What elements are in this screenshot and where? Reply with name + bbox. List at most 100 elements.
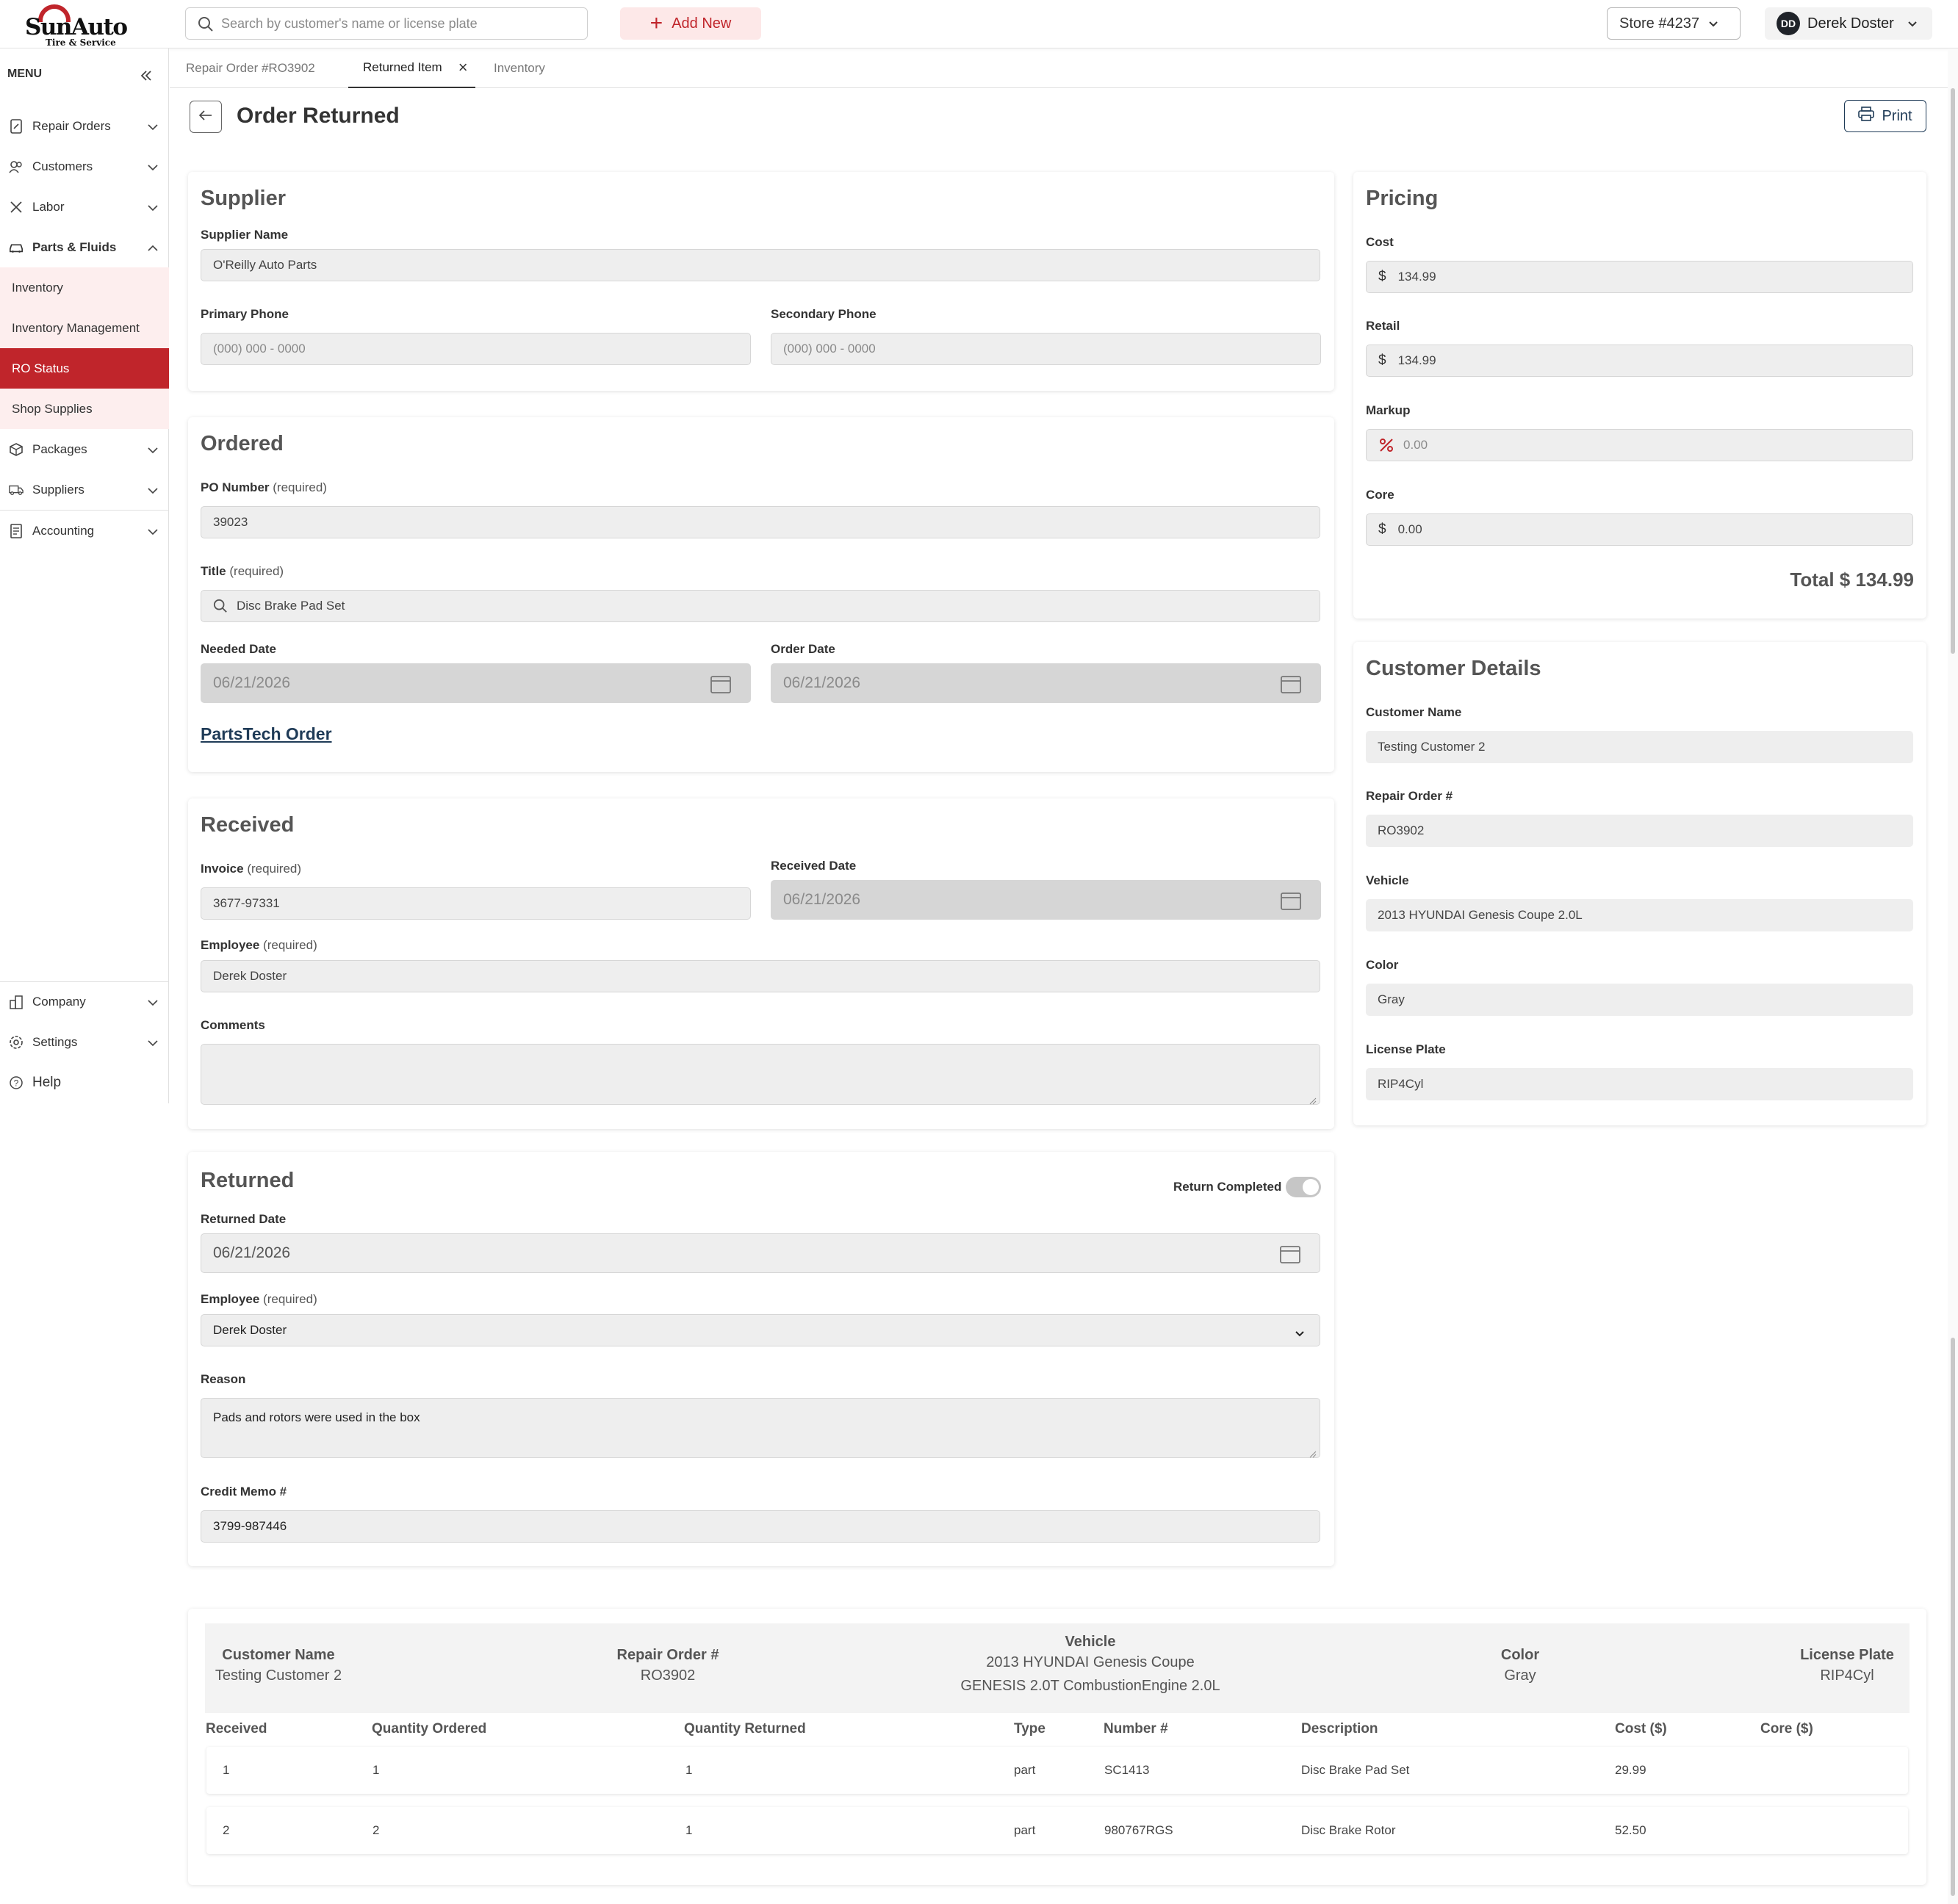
calendar-icon[interactable] bbox=[1280, 1244, 1300, 1268]
sidebar-item-ro-status[interactable]: RO Status bbox=[0, 348, 169, 389]
title-search-field[interactable]: Disc Brake Pad Set bbox=[201, 590, 1320, 622]
received-employee-field[interactable]: Derek Doster bbox=[201, 960, 1320, 992]
close-icon[interactable]: × bbox=[458, 58, 468, 77]
sunauto-logo[interactable]: SunAuto Tire & Service bbox=[22, 4, 128, 48]
vehicle-field: 2013 HYUNDAI Genesis Coupe 2.0L bbox=[1366, 899, 1913, 931]
store-selector[interactable]: Store #4237 bbox=[1607, 7, 1741, 40]
sidebar-item-suppliers[interactable]: Suppliers bbox=[0, 469, 169, 510]
dollar-icon: $ bbox=[1378, 522, 1386, 537]
core-field[interactable]: $0.00 bbox=[1366, 513, 1913, 546]
cost-field[interactable]: $134.99 bbox=[1366, 261, 1913, 293]
calendar-icon[interactable] bbox=[1281, 891, 1301, 915]
retail-field[interactable]: $134.99 bbox=[1366, 345, 1913, 377]
sidebar-item-inventory[interactable]: Inventory bbox=[0, 267, 169, 308]
resize-handle-icon[interactable] bbox=[1309, 1094, 1317, 1105]
table-row[interactable]: 1 1 1 part SC1413 Disc Brake Pad Set 29.… bbox=[206, 1747, 1908, 1794]
scrollbar-thumb[interactable] bbox=[1951, 88, 1955, 654]
cell-quantity-returned: 1 bbox=[685, 1823, 693, 1837]
dollar-icon: $ bbox=[1378, 353, 1386, 368]
po-number-field[interactable]: 39023 bbox=[201, 506, 1320, 538]
sidebar-item-labor[interactable]: Labor bbox=[0, 187, 169, 227]
sidebar-item-shop-supplies[interactable]: Shop Supplies bbox=[0, 389, 169, 429]
sidebar-item-help[interactable]: ? Help bbox=[0, 1062, 169, 1103]
supplier-name-field[interactable]: O'Reilly Auto Parts bbox=[201, 249, 1320, 281]
tab-label: Inventory bbox=[494, 61, 545, 75]
sidebar-item-packages[interactable]: Packages bbox=[0, 429, 169, 469]
user-menu[interactable]: DD Derek Doster bbox=[1765, 7, 1932, 40]
calendar-icon[interactable] bbox=[1281, 674, 1301, 698]
calendar-icon[interactable] bbox=[710, 674, 731, 698]
invoice-field[interactable]: 3677-97331 bbox=[201, 887, 751, 920]
supplier-name-label: Supplier Name bbox=[201, 228, 289, 242]
tab-returned-item[interactable]: Returned Item × bbox=[348, 48, 475, 88]
comments-textarea[interactable] bbox=[201, 1044, 1320, 1105]
sidebar-item-label: Settings bbox=[32, 1034, 78, 1049]
users-icon bbox=[9, 159, 24, 174]
tab-bar: Repair Order #RO3902 Returned Item × Inv… bbox=[170, 48, 1948, 88]
back-button[interactable] bbox=[190, 101, 222, 133]
dollar-icon: $ bbox=[1378, 269, 1386, 284]
needed-date-field[interactable]: 06/21/2026 bbox=[201, 663, 751, 703]
required-marker: (required) bbox=[229, 564, 284, 578]
sidebar-item-company[interactable]: Company bbox=[0, 981, 169, 1022]
reason-textarea[interactable]: Pads and rotors were used in the box bbox=[201, 1398, 1320, 1458]
avatar: DD bbox=[1777, 12, 1800, 35]
search-input[interactable] bbox=[221, 14, 574, 33]
chevron-down-icon bbox=[147, 120, 159, 134]
ordered-card: Ordered PO Number (required) 39023 Title… bbox=[188, 417, 1334, 772]
chevron-down-icon bbox=[147, 483, 159, 498]
returned-date-field[interactable]: 06/21/2026 bbox=[201, 1233, 1320, 1273]
sidebar-item-label: Parts & Fluids bbox=[32, 239, 117, 254]
tab-inventory[interactable]: Inventory bbox=[494, 48, 545, 88]
summary-color: Color Gray bbox=[1476, 1647, 1564, 1687]
resize-handle-icon[interactable] bbox=[1309, 1447, 1317, 1458]
sidebar-item-label: Company bbox=[32, 994, 86, 1009]
order-date-label: Order Date bbox=[771, 642, 835, 656]
cell-received: 2 bbox=[223, 1823, 230, 1837]
partstech-order-link[interactable]: PartsTech Order bbox=[201, 724, 332, 744]
primary-phone-field[interactable]: (000) 000 - 0000 bbox=[201, 333, 751, 365]
sidebar-item-label: Labor bbox=[32, 199, 65, 214]
chevron-down-icon bbox=[147, 524, 159, 539]
column-header-type: Type bbox=[1014, 1721, 1045, 1737]
cell-number: SC1413 bbox=[1104, 1763, 1150, 1777]
supplier-card: Supplier Supplier Name O'Reilly Auto Par… bbox=[188, 172, 1334, 391]
add-new-button[interactable]: + Add New bbox=[620, 7, 761, 40]
sidebar-item-inventory-management[interactable]: Inventory Management bbox=[0, 308, 169, 348]
sidebar-item-customers[interactable]: Customers bbox=[0, 146, 169, 187]
content-scrollbar[interactable] bbox=[1948, 88, 1958, 1102]
table-row[interactable]: 2 2 1 part 980767RGS Disc Brake Rotor 52… bbox=[206, 1807, 1908, 1854]
required-marker: (required) bbox=[273, 480, 327, 494]
returned-employee-label: Employee (required) bbox=[201, 1292, 317, 1307]
print-button[interactable]: Print bbox=[1844, 100, 1926, 132]
returned-title: Returned bbox=[201, 1169, 295, 1192]
ordered-title: Ordered bbox=[201, 432, 284, 455]
received-date-field[interactable]: 06/21/2026 bbox=[771, 880, 1321, 920]
received-employee-label: Employee (required) bbox=[201, 938, 317, 953]
returned-employee-select[interactable]: Derek Doster bbox=[201, 1314, 1320, 1346]
sidebar-item-settings[interactable]: Settings bbox=[0, 1022, 169, 1062]
chevron-down-icon bbox=[1295, 1327, 1305, 1341]
sidebar-item-repair-orders[interactable]: Repair Orders bbox=[0, 106, 169, 146]
summary-value: Testing Customer 2 bbox=[215, 1667, 342, 1684]
reason-value: Pads and rotors were used in the box bbox=[213, 1410, 420, 1424]
summary-heading: Color bbox=[1500, 1647, 1540, 1663]
cell-type: part bbox=[1014, 1823, 1036, 1837]
po-number-label-text: PO Number bbox=[201, 480, 270, 494]
sidebar-item-parts-fluids[interactable]: Parts & Fluids bbox=[0, 227, 169, 267]
tab-repair-order[interactable]: Repair Order #RO3902 bbox=[186, 48, 315, 88]
credit-memo-field[interactable]: 3799-987446 bbox=[201, 1510, 1320, 1543]
cell-quantity-returned: 1 bbox=[685, 1763, 693, 1777]
chevron-down-icon bbox=[147, 201, 159, 215]
order-date-field[interactable]: 06/21/2026 bbox=[771, 663, 1321, 703]
sidebar-item-accounting[interactable]: Accounting bbox=[0, 511, 169, 551]
return-completed-toggle[interactable] bbox=[1286, 1177, 1321, 1197]
markup-field[interactable]: 0.00 bbox=[1366, 429, 1913, 461]
pricing-total: Total $ 134.99 bbox=[1790, 569, 1914, 591]
search-box[interactable] bbox=[185, 7, 588, 40]
chevron-down-icon bbox=[147, 1036, 159, 1050]
received-date-label: Received Date bbox=[771, 859, 857, 873]
secondary-phone-field[interactable]: (000) 000 - 0000 bbox=[771, 333, 1321, 365]
scrollbar-thumb[interactable] bbox=[1951, 1338, 1955, 1896]
collapse-sidebar-icon[interactable] bbox=[140, 69, 153, 86]
